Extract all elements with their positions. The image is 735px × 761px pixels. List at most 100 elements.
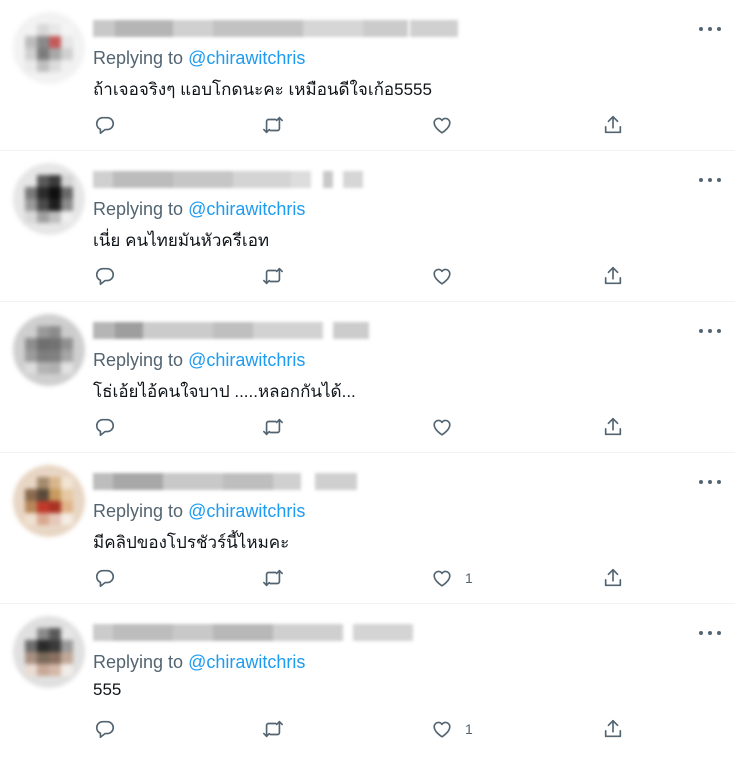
avatar-pixel	[25, 48, 37, 60]
more-dot	[708, 178, 712, 182]
reply-button[interactable]	[94, 716, 116, 742]
name-blur-segment	[93, 473, 113, 490]
retweet-icon	[262, 718, 284, 740]
avatar-pixel	[61, 36, 73, 48]
more-dot	[717, 27, 721, 31]
name-blur-segment	[410, 20, 458, 37]
reply-button[interactable]	[94, 263, 116, 289]
retweet-button[interactable]	[262, 565, 284, 591]
avatar-pixel	[49, 211, 61, 223]
replying-to-label: Replying to	[93, 350, 184, 370]
more-dot	[717, 631, 721, 635]
share-button[interactable]	[602, 716, 624, 742]
more-dot	[699, 631, 703, 635]
more-dot	[699, 329, 703, 333]
like-icon	[431, 416, 453, 438]
replying-to-handle-link[interactable]: @chirawitchris	[188, 652, 305, 672]
more-icon[interactable]	[699, 626, 721, 640]
reply-tweet[interactable]: Replying to @chirawitchris เนี่ย คนไทยมัน…	[0, 151, 735, 302]
share-button[interactable]	[602, 263, 624, 289]
reply-feed: Replying to @chirawitchris ถ้าเจอจริงๆ แอ…	[0, 0, 735, 760]
name-blur-segment	[273, 624, 343, 641]
share-button[interactable]	[602, 414, 624, 440]
name-blur-segment	[323, 322, 328, 339]
avatar-pixel	[25, 664, 37, 676]
avatar-pixel	[49, 362, 61, 374]
avatar-pixel	[37, 36, 49, 48]
name-blur-segment	[173, 624, 213, 641]
like-button[interactable]: 1	[431, 716, 473, 742]
retweet-button[interactable]	[262, 716, 284, 742]
share-icon	[602, 114, 624, 136]
retweet-button[interactable]	[262, 263, 284, 289]
replying-to-line: Replying to @chirawitchris	[93, 501, 305, 522]
name-blur-segment	[213, 20, 303, 37]
avatar-pixel	[49, 501, 61, 513]
avatar-pixel	[61, 501, 73, 513]
avatar[interactable]	[13, 616, 85, 688]
avatar[interactable]	[13, 163, 85, 235]
avatar-pixel	[49, 326, 61, 338]
more-dot	[708, 631, 712, 635]
avatar-pixel	[25, 652, 37, 664]
avatar-pixel	[37, 211, 49, 223]
name-blur-segment	[173, 171, 233, 188]
avatar-pixel	[37, 24, 49, 36]
avatar-pixel	[61, 350, 73, 362]
replying-to-handle-link[interactable]: @chirawitchris	[188, 199, 305, 219]
blurred-author-name[interactable]	[93, 171, 423, 188]
avatar-pixel	[25, 477, 37, 489]
reply-icon	[94, 567, 116, 589]
name-blur-segment	[93, 171, 113, 188]
replying-to-handle-link[interactable]: @chirawitchris	[188, 501, 305, 521]
retweet-button[interactable]	[262, 414, 284, 440]
replying-to-handle-link[interactable]: @chirawitchris	[188, 48, 305, 68]
blurred-author-name[interactable]	[93, 473, 423, 490]
avatar-pixel	[61, 326, 73, 338]
reply-tweet[interactable]: Replying to @chirawitchris ถ้าเจอจริงๆ แอ…	[0, 0, 735, 151]
like-button[interactable]: 1	[431, 565, 473, 591]
reply-tweet[interactable]: Replying to @chirawitchris 555 1	[0, 604, 735, 760]
reply-tweet[interactable]: Replying to @chirawitchris โธ่เอ้ยไอ้คนใจ…	[0, 302, 735, 453]
replying-to-handle-link[interactable]: @chirawitchris	[188, 350, 305, 370]
reply-icon	[94, 114, 116, 136]
avatar[interactable]	[13, 465, 85, 537]
avatar-pixel	[49, 664, 61, 676]
reply-button[interactable]	[94, 565, 116, 591]
blurred-author-name[interactable]	[93, 624, 423, 641]
avatar-pixel	[25, 640, 37, 652]
share-button[interactable]	[602, 565, 624, 591]
name-blur-segment	[333, 322, 369, 339]
reply-tweet[interactable]: Replying to @chirawitchris มีคลิปของโปรชั…	[0, 453, 735, 604]
like-button[interactable]	[431, 112, 465, 138]
avatar-pixel	[37, 489, 49, 501]
avatar-pixel	[49, 350, 61, 362]
more-icon[interactable]	[699, 324, 721, 338]
more-icon[interactable]	[699, 22, 721, 36]
like-button[interactable]	[431, 414, 465, 440]
avatar-pixel	[61, 187, 73, 199]
reply-button[interactable]	[94, 112, 116, 138]
more-icon[interactable]	[699, 475, 721, 489]
name-blur-segment	[313, 171, 323, 188]
share-icon	[602, 567, 624, 589]
avatar[interactable]	[13, 314, 85, 386]
like-icon	[431, 265, 453, 287]
like-button[interactable]	[431, 263, 465, 289]
avatar-pixel	[37, 664, 49, 676]
name-blur-segment	[115, 20, 173, 37]
avatar[interactable]	[13, 12, 85, 84]
share-button[interactable]	[602, 112, 624, 138]
reply-button[interactable]	[94, 414, 116, 440]
name-blur-segment	[343, 171, 363, 188]
blurred-author-name[interactable]	[93, 322, 423, 339]
avatar-pixel	[61, 513, 73, 525]
name-blur-segment	[315, 473, 357, 490]
avatar-pixel	[49, 175, 61, 187]
blurred-author-name[interactable]	[93, 20, 458, 37]
like-count: 1	[465, 721, 473, 737]
more-icon[interactable]	[699, 173, 721, 187]
more-dot	[699, 480, 703, 484]
avatar-pixel	[25, 36, 37, 48]
retweet-button[interactable]	[262, 112, 284, 138]
